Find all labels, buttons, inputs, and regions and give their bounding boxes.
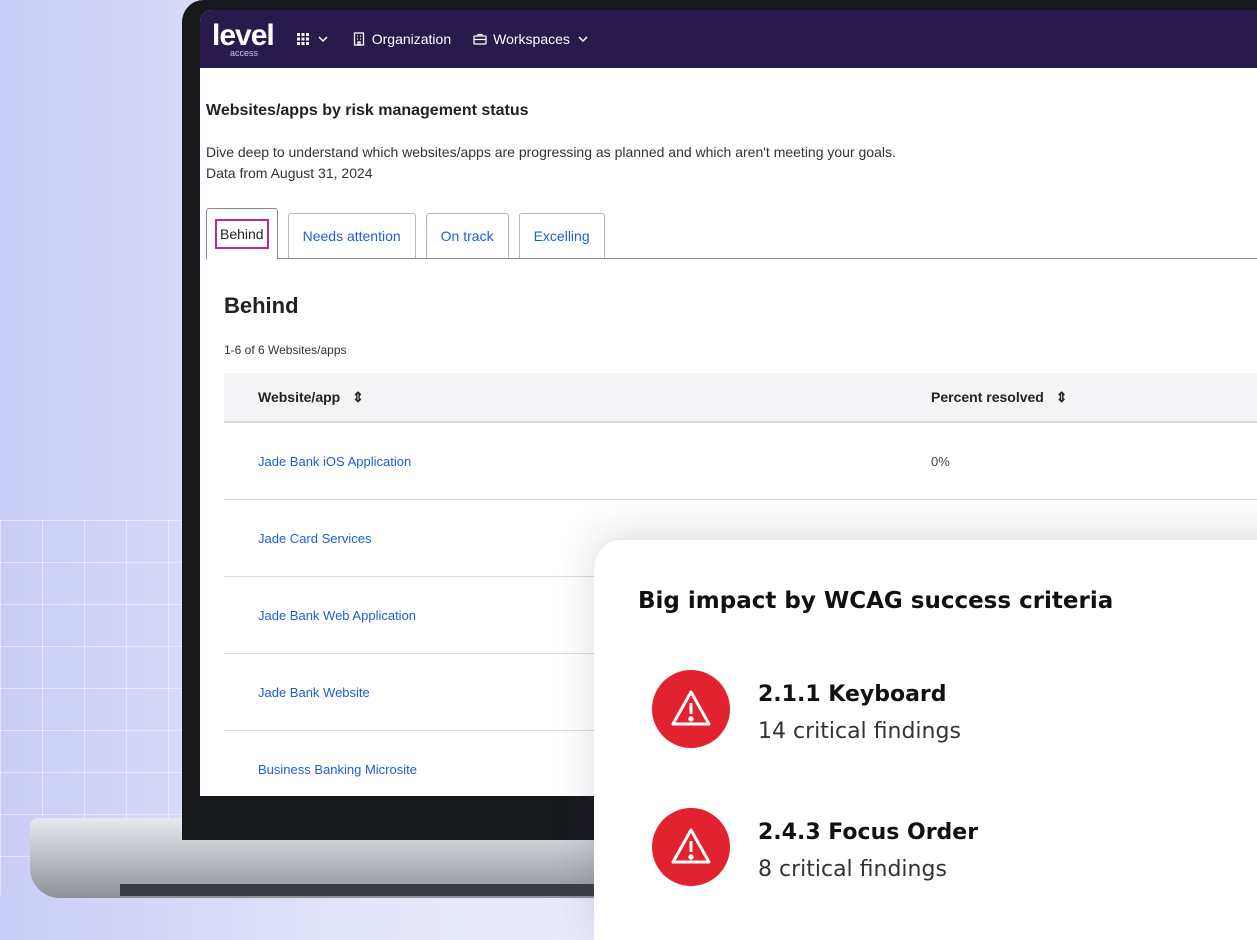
column-header-label: Percent resolved (931, 388, 1044, 405)
sort-icon[interactable]: ⇕ (352, 389, 364, 405)
tab-behind[interactable]: Behind (206, 208, 278, 259)
tab-behind-label: Behind (215, 219, 269, 249)
column-header-label: Website/app (258, 388, 341, 405)
criterion-item: 2.1.1 Keyboard 14 critical findings (652, 670, 961, 748)
data-date: Data from August 31, 2024 (206, 165, 373, 181)
apps-menu[interactable] (296, 32, 330, 46)
tab-excelling[interactable]: Excelling (518, 213, 605, 258)
workspaces-label: Workspaces (493, 31, 570, 47)
warning-icon (652, 670, 730, 748)
organization-menu[interactable]: Organization (352, 31, 451, 47)
logo-subtext: access (230, 47, 259, 58)
criterion-title: 2.4.3 Focus Order (758, 820, 979, 845)
tab-needs-attention[interactable]: Needs attention (287, 213, 416, 258)
section-description: Dive deep to understand which websites/a… (206, 144, 896, 160)
results-count: 1-6 of 6 Websites/apps (224, 343, 347, 357)
warning-icon (652, 808, 730, 886)
criterion-item: 2.4.3 Focus Order 8 critical findings (652, 808, 978, 886)
criterion-title: 2.1.1 Keyboard (758, 682, 947, 707)
top-navigation-bar: level access Organization Workspaces (200, 10, 1257, 68)
website-link[interactable]: Jade Bank iOS Application (224, 454, 931, 469)
tab-on-track[interactable]: On track (425, 213, 509, 258)
sort-icon[interactable]: ⇕ (1056, 389, 1068, 405)
logo-text: level (212, 18, 275, 52)
chevron-down-icon (318, 36, 328, 43)
grid-icon (296, 33, 309, 45)
table-row: Jade Bank iOS Application 0% (224, 423, 1257, 500)
wcag-impact-card: Big impact by WCAG success criteria 2.1.… (594, 540, 1257, 940)
column-header-percent[interactable]: Percent resolved ⇕ (931, 389, 1067, 406)
criterion-findings: 8 critical findings (758, 857, 947, 882)
organization-label: Organization (371, 31, 452, 47)
chevron-down-icon (578, 36, 588, 43)
panel-heading: Behind (224, 293, 299, 318)
card-title: Big impact by WCAG success criteria (638, 588, 1114, 614)
percent-resolved: 0% (931, 453, 950, 469)
level-access-logo[interactable]: level access (212, 18, 275, 58)
status-tabs: Behind Needs attention On track Excellin… (206, 206, 1257, 259)
section-title: Websites/apps by risk management status (206, 102, 529, 119)
workspaces-menu[interactable]: Workspaces (473, 31, 590, 47)
column-header-website[interactable]: Website/app ⇕ (224, 389, 931, 406)
table-header: Website/app ⇕ Percent resolved ⇕ (224, 373, 1257, 423)
criterion-findings: 14 critical findings (758, 719, 961, 744)
briefcase-icon (473, 33, 487, 45)
building-icon (353, 32, 364, 46)
